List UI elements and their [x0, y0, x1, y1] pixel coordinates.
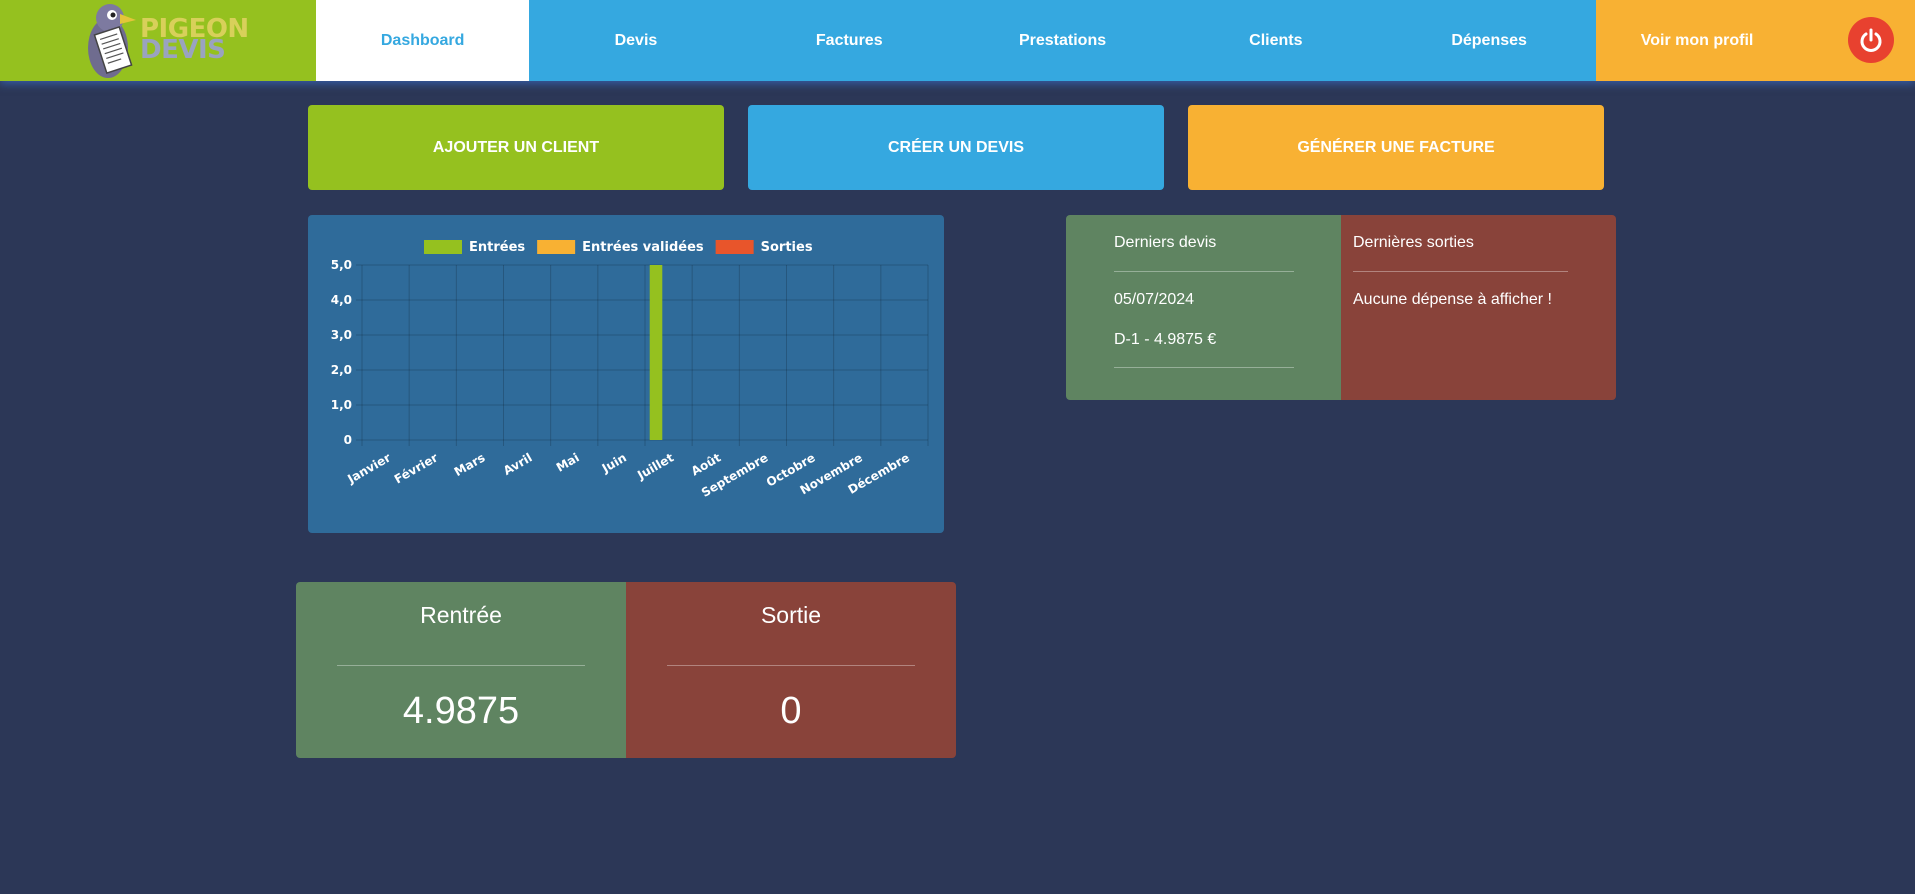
- create-quote-button[interactable]: CRÉER UN DEVIS: [748, 105, 1164, 190]
- quote-entry-link[interactable]: D-1 - 4.9875 €: [1114, 331, 1216, 349]
- x-tick-label: Avril: [501, 450, 535, 478]
- divider: [1353, 271, 1568, 272]
- latest-expenses-title: Dernières sorties: [1353, 234, 1474, 251]
- divider: [667, 665, 915, 666]
- y-tick-label: 1,0: [331, 398, 352, 412]
- x-tick-label: Mars: [452, 450, 488, 479]
- nav-prestations[interactable]: Prestations: [955, 0, 1170, 81]
- legend-swatch: [715, 240, 754, 254]
- income-total-card: Rentrée 4.9875: [296, 582, 626, 758]
- income-label: Rentrée: [420, 602, 502, 628]
- x-tick-label: Janvier: [344, 450, 393, 486]
- y-tick-label: 4,0: [331, 293, 352, 307]
- monthly-chart: 0 1,0 2,0 3,0 4,0 5,0 Janvier Février Mars Avril M…: [308, 215, 944, 533]
- expense-total-card: Sortie 0: [626, 582, 956, 758]
- y-tick-label: 5,0: [331, 258, 352, 272]
- legend-label: Entrées: [469, 240, 525, 255]
- bar-entrées: [649, 265, 663, 440]
- brand-logo[interactable]: PIGEON DEVIS: [0, 0, 316, 81]
- expense-value: 0: [780, 690, 802, 732]
- x-tick-label: Juin: [599, 450, 629, 475]
- brand-name-line2: DEVIS: [140, 35, 226, 65]
- nav-clients[interactable]: Clients: [1169, 0, 1383, 81]
- x-tick-label: Août: [689, 450, 724, 478]
- nav-dashboard[interactable]: Dashboard: [316, 0, 530, 81]
- top-navbar: PIGEON DEVIS Dashboard Devis Factures Pr…: [0, 0, 1915, 81]
- nav-profile-area: Voir mon profil: [1595, 0, 1915, 81]
- pigeon-logo-icon: [88, 4, 136, 78]
- divider: [1114, 271, 1294, 272]
- logout-button[interactable]: [1848, 17, 1894, 63]
- no-expenses-message: Aucune dépense à afficher !: [1353, 291, 1552, 308]
- latest-expenses-panel: Dernières sorties Aucune dépense à affic…: [1341, 215, 1616, 400]
- divider: [337, 665, 585, 666]
- nav-factures[interactable]: Factures: [742, 0, 956, 81]
- y-tick-label: 3,0: [331, 328, 352, 342]
- legend-swatch: [424, 240, 462, 254]
- quote-date: 05/07/2024: [1114, 291, 1195, 308]
- legend-label: Sorties: [761, 240, 813, 255]
- expense-label: Sortie: [760, 602, 822, 628]
- latest-quotes-title: Derniers devis: [1114, 234, 1217, 251]
- power-icon: [1860, 28, 1882, 52]
- legend-swatch: [537, 240, 576, 254]
- nav-depenses[interactable]: Dépenses: [1382, 0, 1596, 81]
- y-tick-label: 2,0: [331, 363, 352, 377]
- x-tick-label: Mai: [554, 450, 582, 474]
- generate-invoice-button[interactable]: GÉNÉRER UNE FACTURE: [1188, 105, 1604, 190]
- legend-label: Entrées validées: [582, 240, 704, 255]
- chart-svg: 0 1,0 2,0 3,0 4,0 5,0 JanvierFévrier Mars Avril M…: [331, 240, 929, 500]
- x-tick-label: Juillet: [634, 450, 676, 482]
- nav-devis[interactable]: Devis: [529, 0, 743, 81]
- latest-quotes-panel: Derniers devis 05/07/2024 D-1 - 4.9875 €: [1066, 215, 1341, 400]
- divider: [1114, 367, 1294, 368]
- income-value: 4.9875: [402, 690, 520, 732]
- add-client-button[interactable]: AJOUTER UN CLIENT: [308, 105, 724, 190]
- profile-link[interactable]: Voir mon profil: [1641, 32, 1754, 50]
- x-tick-label: Février: [392, 450, 440, 486]
- y-tick-label: 0: [344, 433, 352, 447]
